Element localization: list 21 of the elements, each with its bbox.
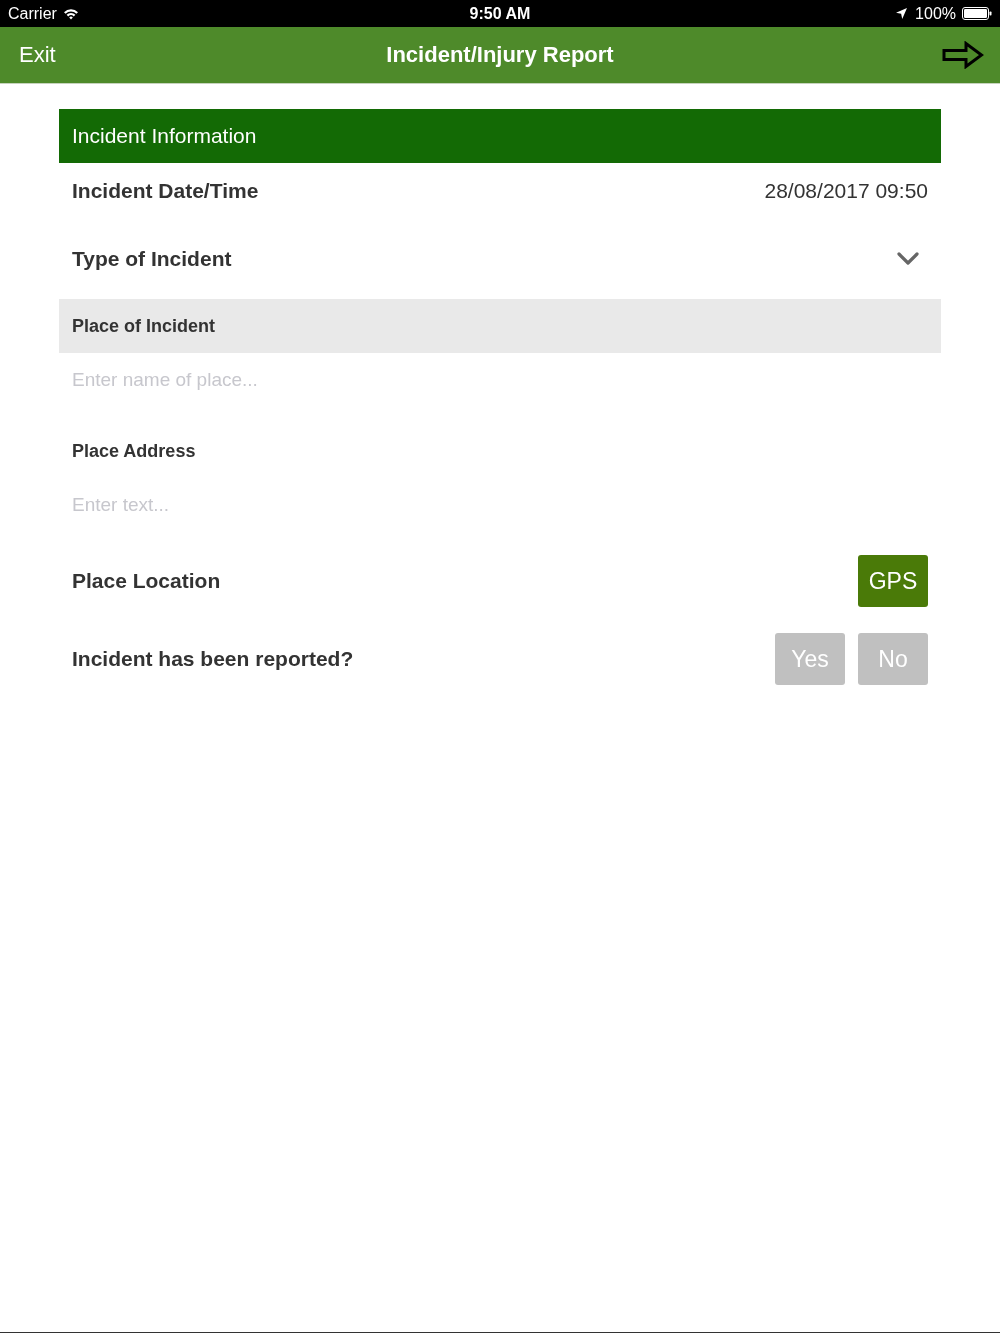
carrier-name: Carrier bbox=[8, 4, 57, 23]
chevron-down-icon[interactable] bbox=[897, 252, 919, 266]
exit-button[interactable]: Exit bbox=[19, 41, 56, 69]
field-label: Place Address bbox=[72, 440, 196, 462]
field-label: Incident Date/Time bbox=[72, 179, 259, 203]
group-header: Place of Incident bbox=[59, 299, 941, 353]
location-arrow-icon bbox=[896, 8, 908, 19]
screen-title: Incident/Injury Report bbox=[386, 42, 614, 68]
text-input-field[interactable]: Enter name of place... bbox=[72, 353, 928, 407]
wifi-icon bbox=[62, 7, 79, 20]
date-time-value[interactable]: 28/08/2017 09:50 bbox=[764, 179, 928, 203]
battery-percent: 100% bbox=[915, 4, 956, 23]
question-label: Incident has been reported? bbox=[72, 647, 354, 671]
right-arrow-icon[interactable] bbox=[942, 41, 984, 69]
field-label: Type of Incident bbox=[72, 247, 232, 271]
field-label: Place Location bbox=[72, 569, 221, 593]
clock-time: 9:50 AM bbox=[469, 4, 531, 23]
text-input-field[interactable]: Enter text... bbox=[72, 478, 928, 532]
section-header: Incident Information bbox=[59, 109, 941, 163]
gps-button[interactable]: GPS bbox=[858, 555, 928, 607]
battery-icon bbox=[962, 7, 992, 20]
